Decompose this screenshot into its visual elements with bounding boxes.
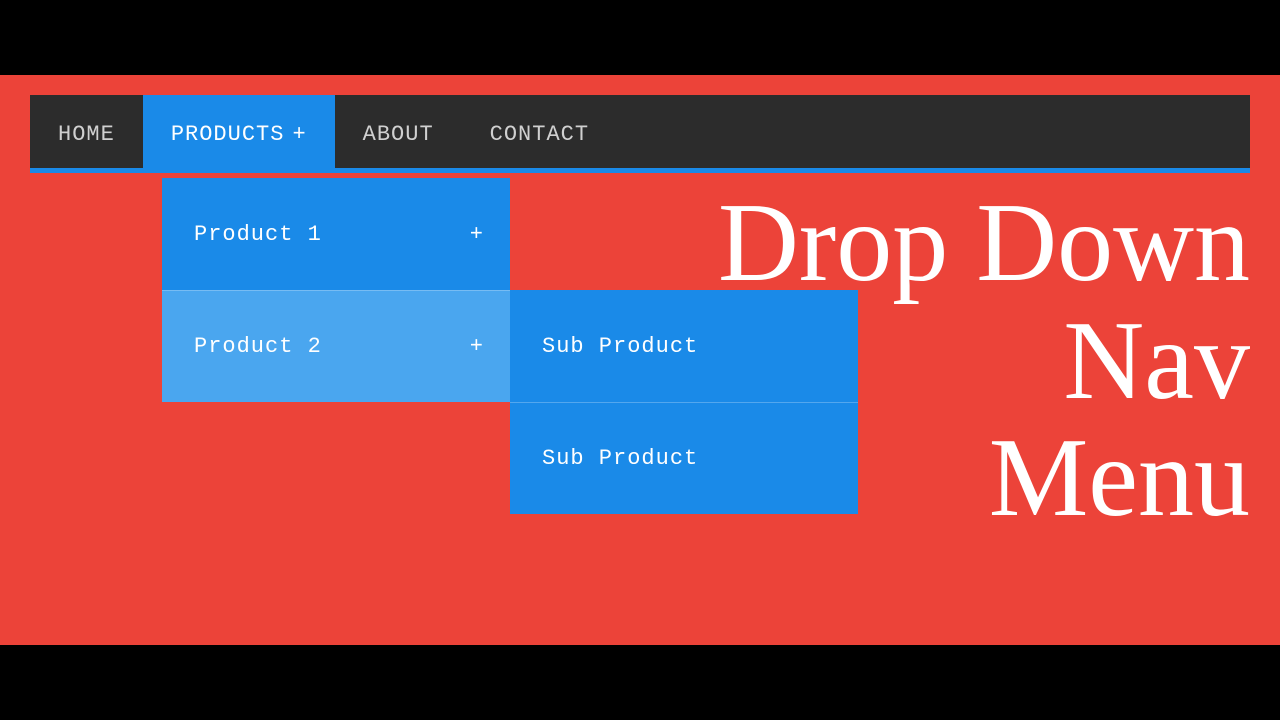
nav-label: PRODUCTS: [171, 122, 285, 147]
nav-products[interactable]: PRODUCTS +: [143, 95, 335, 173]
stage: HOME PRODUCTS + ABOUT CONTACT Product 1 …: [0, 75, 1280, 645]
nav-label: ABOUT: [363, 122, 434, 147]
headline: Drop Down Nav Menu: [718, 185, 1250, 538]
dropdown-label: Product 1: [194, 222, 322, 247]
flyout-label: Sub Product: [542, 446, 698, 471]
dropdown-products: Product 1 + Product 2 +: [162, 178, 510, 402]
plus-icon: +: [470, 334, 484, 359]
headline-line3: Menu: [718, 420, 1250, 538]
nav-label: CONTACT: [490, 122, 589, 147]
plus-icon: +: [292, 122, 306, 147]
dropdown-item-product2[interactable]: Product 2 +: [162, 290, 510, 402]
plus-icon: +: [470, 222, 484, 247]
nav-contact[interactable]: CONTACT: [462, 95, 617, 173]
headline-line2: Nav: [718, 303, 1250, 421]
dropdown-label: Product 2: [194, 334, 322, 359]
navbar: HOME PRODUCTS + ABOUT CONTACT: [30, 95, 1250, 173]
dropdown-item-product1[interactable]: Product 1 +: [162, 178, 510, 290]
nav-about[interactable]: ABOUT: [335, 95, 462, 173]
nav-label: HOME: [58, 122, 115, 147]
flyout-label: Sub Product: [542, 334, 698, 359]
nav-home[interactable]: HOME: [30, 95, 143, 173]
headline-line1: Drop Down: [718, 185, 1250, 303]
